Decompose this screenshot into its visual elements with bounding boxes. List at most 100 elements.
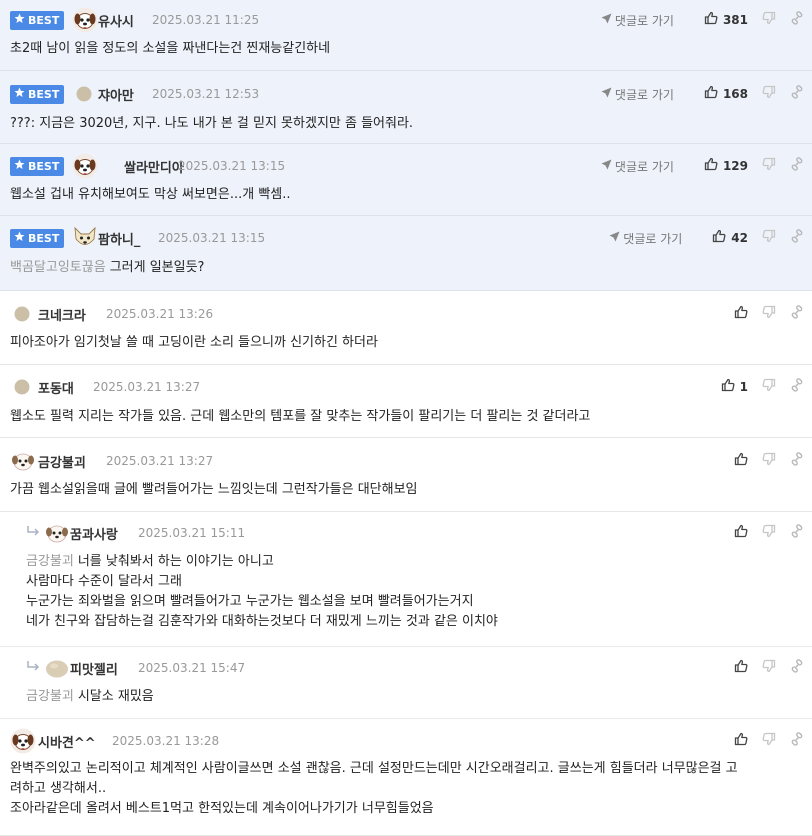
goto-comment-label: 댓글로 가기 xyxy=(614,87,674,102)
comment-text: 완벽주의있고 논리적이고 체계적인 사람이글쓰면 소설 괜찮음. 근데 설정만드… xyxy=(10,761,738,776)
comment-text: 웹소설 겁내 유치해보여도 막상 써보면은...개 빡셈.. xyxy=(10,187,291,202)
thumbs-up-icon xyxy=(734,305,748,323)
thumbs-up-icon xyxy=(704,11,718,29)
best-comment: BEST 유사시 2025.03.21 11:25 댓글로 가기 381 초2때 남이 읽… xyxy=(0,0,812,71)
comment-actions xyxy=(734,297,804,331)
comment-actions: 댓글로 가기 42 xyxy=(609,221,804,255)
copy-link-button[interactable] xyxy=(790,452,804,470)
goto-comment-label: 댓글로 가기 xyxy=(623,231,683,246)
author-nickname[interactable]: 금강불괴 xyxy=(38,452,86,471)
comment-line: 초2때 남이 읽을 정도의 소설을 짜낸다는건 찐재능같긴하네 xyxy=(10,39,784,59)
like-button[interactable] xyxy=(734,659,748,677)
dislike-button[interactable] xyxy=(762,452,776,470)
copy-link-button[interactable] xyxy=(790,85,804,103)
goto-comment-button[interactable]: 댓글로 가기 xyxy=(609,230,682,247)
like-button[interactable]: 381 xyxy=(704,11,748,29)
comment-header: 시바견^^ 2025.03.21 13:28 xyxy=(10,724,812,758)
copy-link-button[interactable] xyxy=(790,11,804,29)
comment-text: 시달소 재밌음 xyxy=(77,689,154,704)
dot-avatar-icon[interactable] xyxy=(14,379,30,395)
comment-body: 웹소도 필력 지리는 작가들 있음. 근데 웹소만의 템포를 잘 맞추는 작가들… xyxy=(10,407,798,427)
thumbs-down-icon xyxy=(762,378,776,396)
dislike-button[interactable] xyxy=(762,732,776,750)
like-button[interactable] xyxy=(734,305,748,323)
author-nickname[interactable]: 꿈과사랑 xyxy=(70,524,118,543)
reply-arrow-icon xyxy=(26,660,40,676)
dislike-button[interactable] xyxy=(762,157,776,175)
comment-line: 사람마다 수준이 달라서 그래 xyxy=(26,572,784,592)
puppy-avatar-icon[interactable] xyxy=(44,520,70,546)
blob-avatar-icon[interactable] xyxy=(44,655,70,681)
fox-avatar-icon[interactable] xyxy=(72,225,98,251)
comment-list: BEST 유사시 2025.03.21 11:25 댓글로 가기 381 초2때 남이 읽… xyxy=(0,0,812,836)
comment-actions xyxy=(734,444,804,478)
dislike-button[interactable] xyxy=(762,378,776,396)
comment-timestamp: 2025.03.21 13:26 xyxy=(106,307,214,321)
author-nickname[interactable]: 시바견^^ xyxy=(38,732,96,751)
comment-text: 려하고 생각해서.. xyxy=(10,781,107,796)
comment-line: 백곰달고잉토끊음 그러게 일본일듯? xyxy=(10,258,784,278)
dog-avatar-icon[interactable] xyxy=(72,7,98,33)
like-button[interactable]: 168 xyxy=(704,85,748,103)
best-badge: BEST xyxy=(10,228,65,248)
author-nickname[interactable]: 포동대 xyxy=(38,378,74,397)
dislike-button[interactable] xyxy=(762,229,776,247)
like-button[interactable]: 42 xyxy=(712,229,748,247)
comment-actions: 1 xyxy=(721,370,804,404)
thumbs-up-icon xyxy=(704,157,718,175)
dislike-button[interactable] xyxy=(762,305,776,323)
comment-timestamp: 2025.03.21 13:27 xyxy=(93,380,201,394)
comment-text: 피아조아가 임기첫날 쓸 때 고딩이란 소리 들으니까 신기하긴 하더라 xyxy=(10,335,378,350)
dislike-button[interactable] xyxy=(762,524,776,542)
like-button[interactable] xyxy=(734,524,748,542)
comment-timestamp: 2025.03.21 13:27 xyxy=(106,454,214,468)
link-icon xyxy=(790,732,804,750)
copy-link-button[interactable] xyxy=(790,157,804,175)
dog-avatar-icon[interactable] xyxy=(10,728,36,754)
best-badge: BEST xyxy=(10,156,65,176)
star-icon xyxy=(14,231,25,245)
copy-link-button[interactable] xyxy=(790,378,804,396)
copy-link-button[interactable] xyxy=(790,524,804,542)
comment-text: 네가 친구와 잡담하는걸 김훈작가와 대화하는것보다 더 재밌게 느끼는 것과 … xyxy=(26,614,498,629)
author-nickname[interactable]: 쟈아만 xyxy=(98,85,134,104)
comment-body: ???: 지금은 3020년, 지구. 나도 내가 본 걸 믿지 못하겠지만 좀… xyxy=(10,114,798,134)
comment-actions: 댓글로 가기 168 xyxy=(601,77,804,111)
author-nickname[interactable]: 크네크라 xyxy=(38,305,86,324)
dot-avatar-icon[interactable] xyxy=(14,306,30,322)
mention-tag[interactable]: 금강불괴 xyxy=(26,689,74,704)
dislike-button[interactable] xyxy=(762,659,776,677)
author-nickname[interactable]: 쌀라만디아 xyxy=(124,157,184,176)
mention-tag[interactable]: 금강불괴 xyxy=(26,554,74,569)
comment-text: 초2때 남이 읽을 정도의 소설을 짜낸다는건 찐재능같긴하네 xyxy=(10,41,331,56)
like-button[interactable] xyxy=(734,452,748,470)
thumbs-down-icon xyxy=(762,229,776,247)
dot-avatar-icon[interactable] xyxy=(76,86,92,102)
copy-link-button[interactable] xyxy=(790,305,804,323)
mention-tag[interactable]: 백곰달고잉토끊음 xyxy=(10,260,106,275)
dog-avatar-icon[interactable] xyxy=(72,153,98,179)
thumbs-up-icon xyxy=(704,85,718,103)
link-icon xyxy=(790,157,804,175)
comment-header: 금강불괴 2025.03.21 13:27 xyxy=(10,444,812,478)
comment-line: 피아조아가 임기첫날 쓸 때 고딩이란 소리 들으니까 신기하긴 하더라 xyxy=(10,333,784,353)
copy-link-button[interactable] xyxy=(790,732,804,750)
comment-text: 조아라같은데 올려서 베스트1먹고 한적있는데 계속이어나가기가 너무힘들었음 xyxy=(10,801,434,816)
puppy-avatar-icon[interactable] xyxy=(10,448,36,474)
author-nickname[interactable]: 피맛젤리 xyxy=(70,659,118,678)
like-button[interactable]: 1 xyxy=(721,378,748,396)
comment-body: 초2때 남이 읽을 정도의 소설을 짜낸다는건 찐재능같긴하네 xyxy=(10,39,798,59)
goto-comment-button[interactable]: 댓글로 가기 xyxy=(601,158,674,175)
thumbs-up-icon xyxy=(712,229,726,247)
author-nickname[interactable]: 유사시 xyxy=(98,11,134,30)
copy-link-button[interactable] xyxy=(790,229,804,247)
dislike-button[interactable] xyxy=(762,11,776,29)
goto-comment-button[interactable]: 댓글로 가기 xyxy=(601,12,674,29)
like-button[interactable] xyxy=(734,732,748,750)
dislike-button[interactable] xyxy=(762,85,776,103)
best-comment: BEST 쟈아만 2025.03.21 12:53 댓글로 가기 168 ???: 지금은… xyxy=(0,71,812,144)
like-button[interactable]: 129 xyxy=(704,157,748,175)
copy-link-button[interactable] xyxy=(790,659,804,677)
goto-comment-button[interactable]: 댓글로 가기 xyxy=(601,86,674,103)
author-nickname[interactable]: 팜하니_ xyxy=(98,229,140,248)
